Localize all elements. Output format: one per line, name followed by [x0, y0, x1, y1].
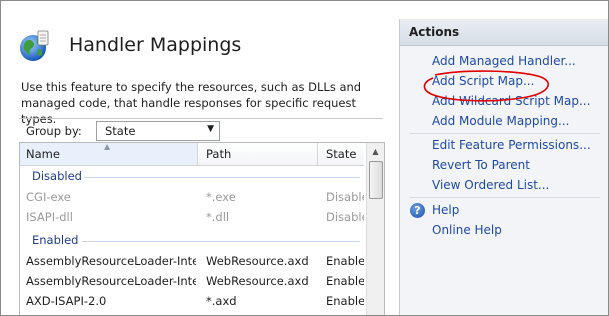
table-row[interactable]: AssemblyResourceLoader-Inte... WebResour… [20, 251, 364, 271]
group-by-value: State [105, 124, 136, 138]
cell-path: WebResource.axd [206, 254, 309, 268]
actions-header: Actions [400, 19, 608, 46]
group-label: Enabled [32, 233, 79, 247]
cell-state: Disabled [326, 190, 364, 204]
table-row[interactable]: AssemblyResourceLoader-Inte... WebResour… [20, 271, 364, 291]
group-by-toolbar: Group by: State ▼ [19, 118, 383, 143]
revert-to-parent-link[interactable]: Revert To Parent [432, 158, 530, 172]
table-row[interactable]: AXD-ISAPI-2.0 *.axd Enabled [20, 291, 364, 311]
add-script-map-link[interactable]: Add Script Map... [432, 74, 534, 88]
scroll-up-icon[interactable]: ▲ [367, 143, 384, 160]
cell-state: Enabled [326, 254, 364, 268]
cell-path: *.axd [206, 294, 237, 308]
column-header-name-label: Name [26, 147, 60, 161]
group-header-disabled[interactable]: Disabled [20, 167, 364, 185]
cell-state: Disabled [326, 210, 364, 224]
table-row[interactable]: CGI-exe *.exe Disabled [20, 187, 364, 207]
cell-path: *.exe [206, 190, 236, 204]
edit-feature-permissions-link[interactable]: Edit Feature Permissions... [432, 138, 591, 152]
add-wildcard-script-map-link[interactable]: Add Wildcard Script Map... [432, 94, 590, 108]
add-managed-handler-link[interactable]: Add Managed Handler... [432, 54, 576, 68]
actions-header-label: Actions [409, 25, 460, 39]
group-by-label: Group by: [26, 124, 82, 138]
chevron-down-icon: ▼ [207, 124, 214, 134]
online-help-link[interactable]: Online Help [432, 223, 502, 237]
sort-ascending-icon: ▲ [104, 142, 111, 151]
vertical-scrollbar[interactable]: ▲ [366, 143, 384, 315]
actions-divider [410, 197, 600, 198]
group-label: Disabled [32, 169, 82, 183]
cell-name: AssemblyResourceLoader-Inte... [26, 274, 196, 288]
view-ordered-list-link[interactable]: View Ordered List... [432, 178, 549, 192]
table-row[interactable]: ISAPI-dll *.dll Disabled [20, 207, 364, 227]
cell-name: CGI-exe [26, 190, 71, 204]
help-icon: ? [410, 203, 425, 218]
cell-name: AXD-ISAPI-2.0 [26, 294, 107, 308]
iis-manager-window: Handler Mappings Use this feature to spe… [0, 0, 609, 316]
actions-pane: Actions Add Managed Handler... Add Scrip… [399, 19, 608, 315]
column-header-path[interactable]: Path [200, 143, 318, 165]
help-link[interactable]: Help [432, 203, 459, 217]
page-title: Handler Mappings [69, 34, 242, 56]
group-header-enabled[interactable]: Enabled [20, 231, 364, 249]
group-divider [82, 241, 360, 242]
handler-mappings-pane: Handler Mappings Use this feature to spe… [1, 1, 392, 315]
add-module-mapping-link[interactable]: Add Module Mapping... [432, 114, 569, 128]
column-header-row: ▲ Name Path State [20, 143, 364, 166]
group-by-select[interactable]: State ▼ [96, 121, 220, 141]
handler-list: ▲ Name Path State Disabled CGI-exe *.exe… [19, 142, 385, 315]
cell-state: Enabled [326, 294, 364, 308]
column-header-name[interactable]: ▲ Name [20, 143, 198, 165]
group-divider [84, 177, 360, 178]
column-header-state[interactable]: State [320, 143, 364, 165]
cell-name: AssemblyResourceLoader-Inte... [26, 254, 196, 268]
cell-path: *.dll [206, 210, 230, 224]
cell-name: ISAPI-dll [26, 210, 73, 224]
cell-state: Enabled [326, 274, 364, 288]
globe-icon [20, 30, 49, 61]
scrollbar-thumb[interactable] [369, 161, 383, 199]
actions-divider [410, 133, 600, 134]
cell-path: WebResource.axd [206, 274, 309, 288]
